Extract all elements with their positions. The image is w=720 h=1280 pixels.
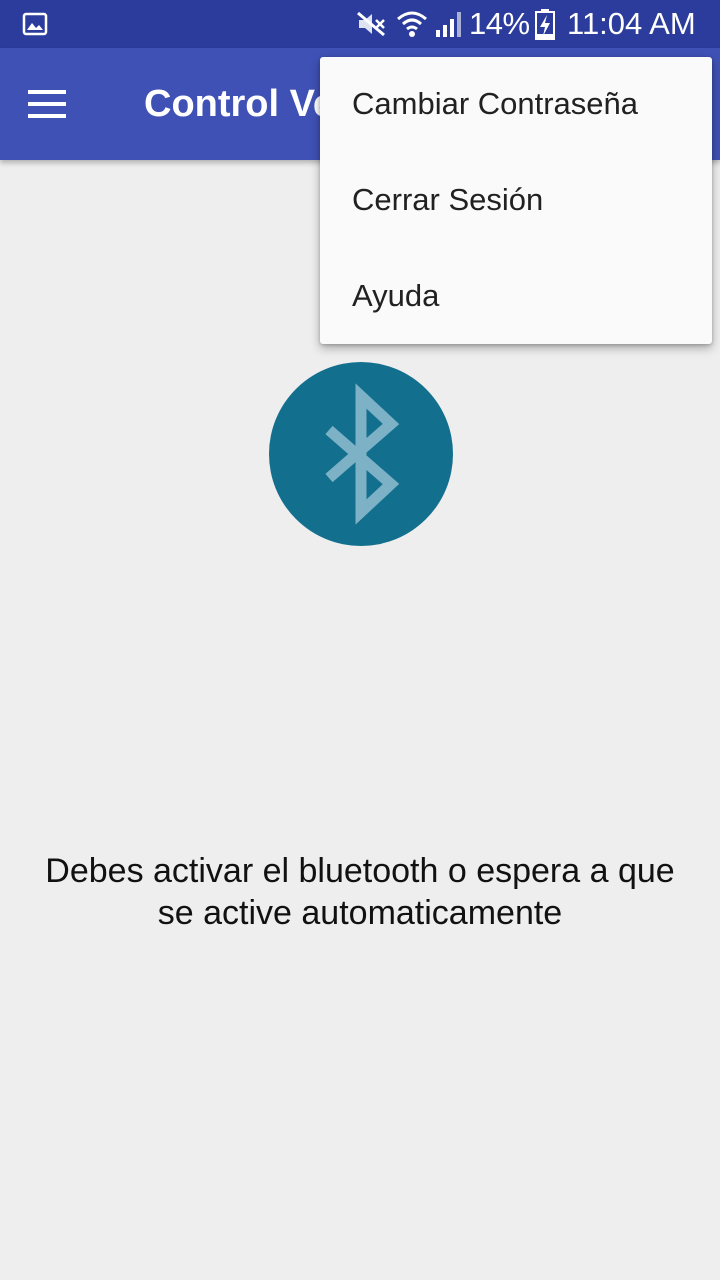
hamburger-menu-icon[interactable]	[14, 70, 82, 138]
clock: 11:04 AM	[567, 6, 696, 41]
menu-item-label: Cerrar Sesión	[352, 182, 544, 217]
bluetooth-icon	[325, 383, 400, 525]
wifi-icon	[397, 11, 427, 37]
battery-charging-icon	[535, 9, 555, 40]
menu-item-label: Cambiar Contraseña	[352, 86, 639, 121]
battery-percent: 14%	[469, 6, 530, 41]
gallery-icon	[22, 12, 48, 36]
status-bar: 14% 11:04 AM	[0, 0, 720, 48]
menu-item-cerrar-sesion[interactable]: Cerrar Sesión	[320, 153, 712, 249]
screen: 14% 11:04 AM Control Ve Cambiar Contrase…	[0, 0, 720, 1280]
bluetooth-button[interactable]	[269, 362, 453, 546]
signal-icon	[436, 12, 461, 37]
menu-item-cambiar-contrasena[interactable]: Cambiar Contraseña	[320, 57, 712, 153]
app-title: Control Ve	[144, 83, 335, 125]
mute-icon	[357, 11, 385, 37]
menu-item-label: Ayuda	[352, 278, 440, 313]
menu-item-ayuda[interactable]: Ayuda	[320, 249, 712, 345]
bluetooth-message: Debes activar el bluetooth o espera a qu…	[45, 852, 675, 932]
overflow-menu: Cambiar Contraseña Cerrar Sesión Ayuda	[320, 57, 712, 344]
